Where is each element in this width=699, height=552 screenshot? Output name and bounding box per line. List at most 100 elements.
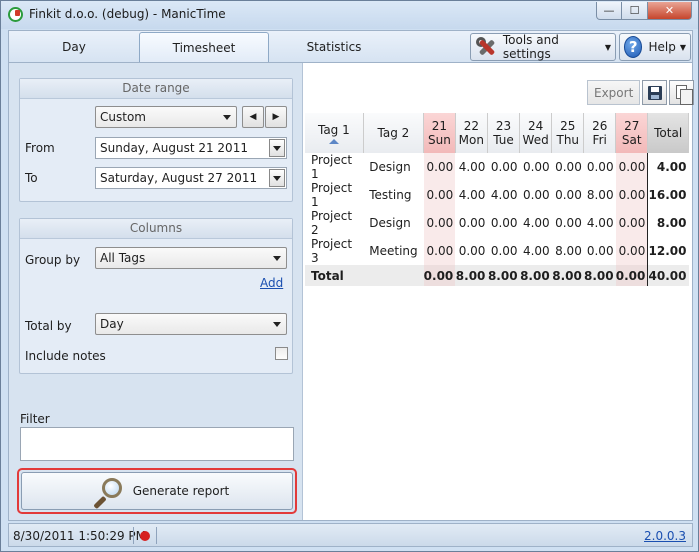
cell-tag2: Testing xyxy=(369,188,412,202)
columns-group: Columns Group by All Tags Add Total by D… xyxy=(19,218,293,374)
total-by-label: Total by xyxy=(25,319,72,333)
grand-total-row: Total 0.00 8.00 8.00 8.00 8.00 8.00 0.00 40.00 xyxy=(305,265,689,286)
total-by-select[interactable]: Day xyxy=(95,313,287,335)
cell-hours: 0.00 xyxy=(423,237,456,265)
from-date-picker[interactable]: Sunday, August 21 2011 xyxy=(95,137,287,159)
cell-tag1: Project 1 xyxy=(311,153,353,181)
maximize-button[interactable]: ☐ xyxy=(622,2,648,20)
cell-hours: 4.00 xyxy=(522,244,550,258)
minimize-button[interactable]: — xyxy=(596,2,622,20)
cell-hours: 0.00 xyxy=(490,216,518,230)
tab-bar: Day Timesheet Statistics Tools and setti… xyxy=(8,30,693,63)
cell-tag1: Project 3 xyxy=(311,237,353,265)
cell-hours: 0.00 xyxy=(522,160,550,174)
cell-hours: 0.00 xyxy=(586,160,614,174)
cell-hours: 0.00 xyxy=(615,237,648,265)
cell-tag2 xyxy=(363,265,424,286)
cell-hours: 4.00 xyxy=(490,188,518,202)
tools-and-settings-button[interactable]: Tools and settings ▼ xyxy=(470,33,616,61)
save-report-button[interactable] xyxy=(642,80,668,105)
cell-row-total: 8.00 xyxy=(647,209,689,237)
date-range-preset-value: Custom xyxy=(100,110,146,124)
group-by-label: Group by xyxy=(25,253,81,267)
include-notes-checkbox[interactable] xyxy=(275,347,288,360)
column-header-day[interactable]: 23 Tue xyxy=(487,113,521,153)
cell-hours: 4.00 xyxy=(586,216,614,230)
manictime-logo-icon xyxy=(8,7,23,22)
column-header-day[interactable]: 24 Wed xyxy=(519,113,553,153)
tab-timesheet[interactable]: Timesheet xyxy=(139,32,269,63)
column-header-tag2[interactable]: Tag 2 xyxy=(363,113,425,153)
tab-day[interactable]: Day xyxy=(9,31,139,63)
date-range-preset-select[interactable]: Custom xyxy=(95,106,237,128)
status-bar: 8/30/2011 1:50:29 PM 2.0.0.3 xyxy=(8,523,693,547)
title-bar: Finkit d.o.o. (debug) - ManicTime — ☐ ✕ xyxy=(1,1,698,29)
generate-report-button[interactable]: Generate report xyxy=(21,472,293,510)
recording-indicator-icon[interactable] xyxy=(140,531,150,541)
column-header-total[interactable]: Total xyxy=(647,113,689,153)
cell-row-total: 12.00 xyxy=(647,237,689,265)
caption-buttons: — ☐ ✕ xyxy=(596,2,692,20)
cell-hours: 0.00 xyxy=(423,209,456,237)
column-header-day[interactable]: 26 Fri xyxy=(583,113,617,153)
cell-tag1: Total xyxy=(305,265,364,286)
status-divider xyxy=(156,527,157,544)
cell-hours: 8.00 xyxy=(551,265,584,286)
cell-row-total: 16.00 xyxy=(647,181,689,209)
version-link[interactable]: 2.0.0.3 xyxy=(644,529,686,543)
cell-hours: 0.00 xyxy=(490,244,518,258)
date-range-header: Date range xyxy=(20,79,292,99)
chevron-down-icon: ▼ xyxy=(604,42,611,52)
column-header-day[interactable]: 25 Thu xyxy=(551,113,585,153)
generate-report-label: Generate report xyxy=(132,484,230,498)
table-row: Project 1 Testing 0.00 4.00 4.00 0.00 0.00 8.00… xyxy=(305,181,689,209)
to-date-value: Saturday, August 27 2011 xyxy=(100,171,258,185)
cell-hours: 0.00 xyxy=(615,265,648,286)
cell-tag2: Design xyxy=(369,216,411,230)
sort-ascending-icon xyxy=(328,138,339,144)
close-button[interactable]: ✕ xyxy=(648,2,692,20)
cell-row-total: 40.00 xyxy=(647,265,689,286)
table-row: Project 1 Design 0.00 4.00 0.00 0.00 0.00 0.00 0… xyxy=(305,153,689,181)
calendar-dropdown-icon[interactable] xyxy=(269,139,285,157)
from-date-value: Sunday, August 21 2011 xyxy=(100,141,248,155)
previous-range-button[interactable]: ◀ xyxy=(242,106,264,128)
export-button[interactable]: Export xyxy=(587,80,641,105)
cell-hours: 8.00 xyxy=(555,244,582,258)
cell-hours: 0.00 xyxy=(615,181,648,209)
status-divider xyxy=(133,527,134,544)
save-icon xyxy=(648,86,663,100)
cell-tag2: Meeting xyxy=(369,244,418,258)
help-label: Help xyxy=(648,40,676,54)
table-header-row: Tag 1 Tag 2 21 Sun 22 Mon 23 Tue 24 Wed 25 Th… xyxy=(305,113,689,153)
column-header-day[interactable]: 27 Sat xyxy=(615,113,649,153)
columns-header: Columns xyxy=(20,219,292,239)
status-timestamp: 8/30/2011 1:50:29 PM xyxy=(13,529,147,543)
cell-hours: 4.00 xyxy=(522,216,550,230)
add-column-link[interactable]: Add xyxy=(260,276,283,290)
cell-hours: 0.00 xyxy=(586,244,614,258)
group-by-select[interactable]: All Tags xyxy=(95,247,287,269)
help-button[interactable]: ? Help ▼ xyxy=(619,33,691,61)
to-date-picker[interactable]: Saturday, August 27 2011 xyxy=(95,167,287,189)
column-header-day[interactable]: 22 Mon xyxy=(455,113,488,153)
table-body: Project 1 Design 0.00 4.00 0.00 0.00 0.00 0.00 0… xyxy=(305,153,689,286)
cell-hours: 4.00 xyxy=(458,160,486,174)
tab-statistics[interactable]: Statistics xyxy=(269,31,399,63)
cell-hours: 8.00 xyxy=(455,265,488,286)
app-window: Finkit d.o.o. (debug) - ManicTime — ☐ ✕ … xyxy=(0,0,699,552)
filter-input[interactable] xyxy=(20,427,294,461)
report-settings-pane: Date range Custom ◀ ▶ From Sunday, Augus… xyxy=(9,63,302,520)
copy-report-button[interactable] xyxy=(669,80,695,105)
next-range-button[interactable]: ▶ xyxy=(265,106,287,128)
column-header-day[interactable]: 21 Sun xyxy=(423,113,456,153)
chevron-down-icon: ▼ xyxy=(679,42,686,52)
column-header-tag1[interactable]: Tag 1 xyxy=(305,113,364,153)
cell-hours: 0.00 xyxy=(555,160,582,174)
copy-icon xyxy=(676,85,694,105)
from-label: From xyxy=(25,141,55,155)
include-notes-label: Include notes xyxy=(25,349,106,363)
calendar-dropdown-icon[interactable] xyxy=(269,169,285,187)
to-label: To xyxy=(25,171,38,185)
tools-and-settings-label: Tools and settings xyxy=(502,33,559,61)
